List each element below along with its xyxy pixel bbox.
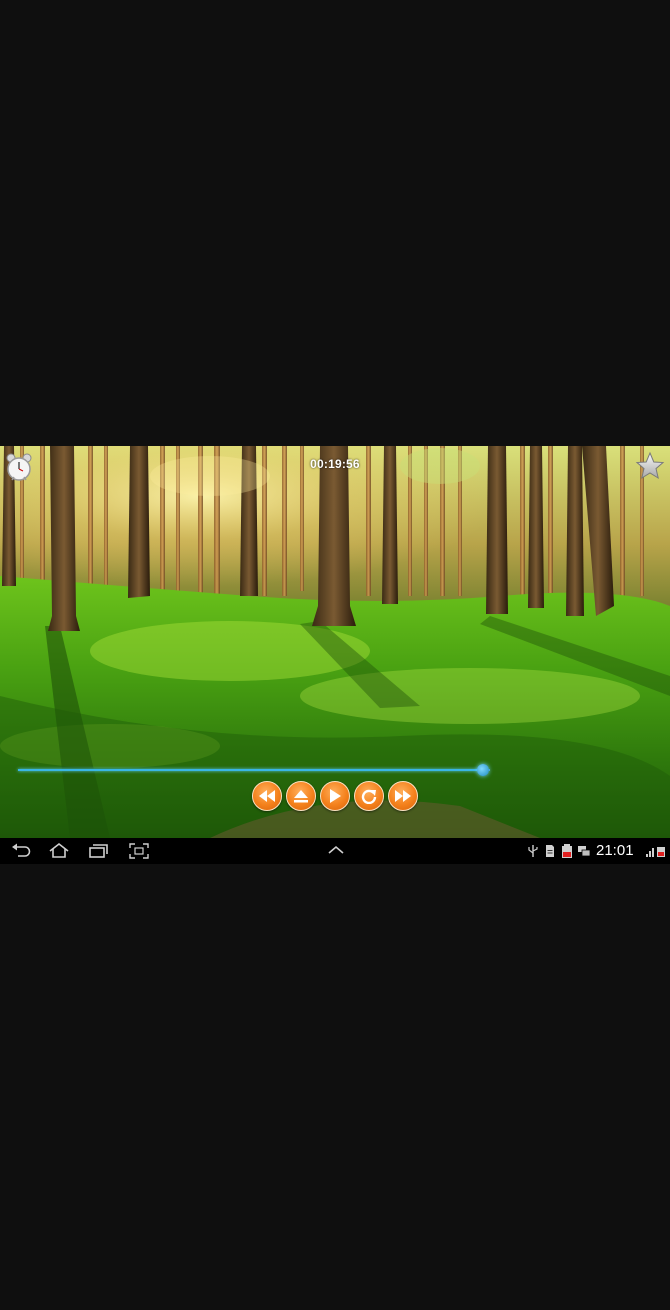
- play-button[interactable]: [320, 781, 350, 811]
- rewind-button[interactable]: [252, 781, 282, 811]
- chat-icon: [577, 844, 591, 858]
- recent-apps-button[interactable]: [88, 841, 110, 861]
- app-screen: 00:19:56 21:01: [0, 446, 670, 864]
- forest-background: [0, 446, 670, 838]
- back-icon: [12, 843, 31, 857]
- star-icon: [635, 451, 665, 480]
- recent-apps-icon: [89, 844, 108, 858]
- usb-icon: [528, 844, 538, 858]
- play-icon: [330, 789, 341, 803]
- sd-card-icon: [545, 844, 555, 858]
- fast-forward-icon: [395, 790, 411, 802]
- status-clock: 21:01: [596, 842, 634, 859]
- playback-controls: [252, 781, 422, 811]
- system-navigation-bar: 21:01: [0, 838, 670, 864]
- seek-thumb[interactable]: [477, 764, 489, 776]
- repeat-button[interactable]: [354, 781, 384, 811]
- favorite-button[interactable]: [635, 451, 665, 481]
- elapsed-time: 00:19:56: [310, 457, 360, 471]
- signal-icon: [645, 844, 667, 858]
- media-player[interactable]: 00:19:56: [0, 446, 670, 838]
- home-button[interactable]: [48, 841, 70, 861]
- seek-bar[interactable]: [18, 764, 490, 776]
- rewind-icon: [259, 790, 275, 802]
- fast-forward-button[interactable]: [388, 781, 418, 811]
- battery-icon: [561, 844, 573, 858]
- chevron-up-icon: [328, 845, 344, 854]
- screenshot-button[interactable]: [128, 841, 150, 861]
- expand-panel-button[interactable]: [325, 841, 347, 861]
- home-icon: [49, 842, 69, 858]
- eject-icon: [294, 790, 308, 803]
- eject-button[interactable]: [286, 781, 316, 811]
- back-button[interactable]: [10, 841, 32, 861]
- repeat-icon: [361, 789, 377, 804]
- screenshot-icon: [129, 843, 149, 859]
- seek-progress: [18, 769, 483, 771]
